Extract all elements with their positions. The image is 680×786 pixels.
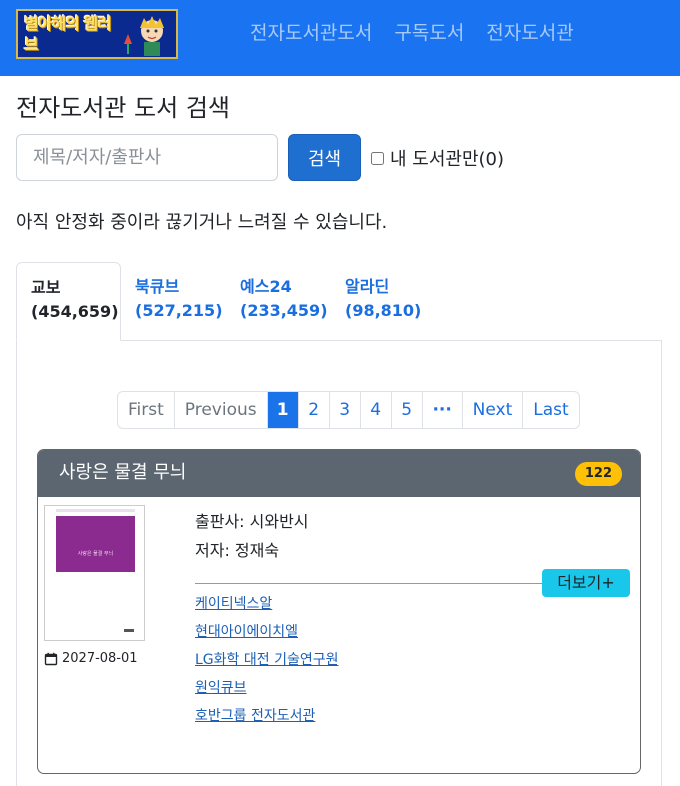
page-ellipsis-button[interactable]: ··· xyxy=(421,392,462,428)
my-library-label: 내 도서관만(0) xyxy=(390,149,505,170)
page-previous-button[interactable]: Previous xyxy=(173,392,267,428)
site-logo[interactable]: 별아해의 웹러브 xyxy=(16,9,178,59)
tab-aladin[interactable]: 알라딘 (98,810) xyxy=(331,262,426,341)
library-link[interactable]: 호반그룹 전자도서관 xyxy=(195,702,338,730)
stability-notice: 아직 안정화 중이라 끊기거나 느려질 수 있습니다. xyxy=(16,212,388,233)
page-title: 전자도서관 도서 검색 xyxy=(16,94,230,122)
page-4-button[interactable]: 4 xyxy=(359,392,391,428)
tab-bookcube[interactable]: 북큐브 (527,215) xyxy=(121,262,226,341)
book-card-header: 사랑은 물결 무늬 122 xyxy=(38,450,640,497)
library-list: 케이티넥스알 현대아이에이치엘 LG화학 대전 기술연구원 원익큐브 호반그룹 … xyxy=(195,590,338,730)
page-next-button[interactable]: Next xyxy=(461,392,523,428)
tab-kyobo[interactable]: 교보 (454,659) xyxy=(16,262,121,341)
tab-name: 북큐브 xyxy=(135,277,180,296)
library-link[interactable]: 현대아이에이치엘 xyxy=(195,618,338,646)
publish-date-text: 2027-08-01 xyxy=(62,651,138,666)
tab-count: (233,459) xyxy=(240,301,328,320)
publisher-line: 출판사: 시와반시 xyxy=(195,512,309,531)
library-link[interactable]: LG화학 대전 기술연구원 xyxy=(195,646,338,674)
calendar-icon xyxy=(44,652,58,666)
cover-top-strip xyxy=(56,509,135,512)
tab-yes24[interactable]: 예스24 (233,459) xyxy=(226,262,331,341)
book-cover-image[interactable]: 사랑은 물결 무늬 xyxy=(44,505,145,641)
library-link[interactable]: 원익큐브 xyxy=(195,674,338,702)
nav-links: 전자도서관도서 구독도서 전자도서관 xyxy=(250,20,574,50)
pagination: First Previous 1 2 3 4 5 ··· Next Last xyxy=(117,391,580,429)
my-library-only-toggle[interactable]: 내 도서관만(0) xyxy=(371,144,504,172)
page-3-button[interactable]: 3 xyxy=(328,392,360,428)
tab-name: 교보 xyxy=(31,278,61,297)
book-title[interactable]: 사랑은 물결 무늬 xyxy=(59,460,186,486)
nav-link-subscription-books[interactable]: 구독도서 xyxy=(394,20,464,50)
page-last-button[interactable]: Last xyxy=(522,392,578,428)
page-1-button[interactable]: 1 xyxy=(266,392,298,428)
book-card: 사랑은 물결 무늬 122 사랑은 물결 무늬 2027-08-01 출판사: … xyxy=(37,449,641,774)
search-input[interactable] xyxy=(16,134,278,181)
tab-count: (527,215) xyxy=(135,301,223,320)
author-line: 저자: 정재숙 xyxy=(195,541,280,560)
my-library-checkbox[interactable] xyxy=(371,151,384,165)
search-button[interactable]: 검색 xyxy=(288,134,361,181)
navbar: 별아해의 웹러브 전자도서관도서 구독도서 전자도서관 xyxy=(0,0,680,76)
little-prince-icon xyxy=(124,16,164,56)
library-link[interactable]: 케이티넥스알 xyxy=(195,590,338,618)
cover-art: 사랑은 물결 무늬 xyxy=(56,516,135,572)
tab-name: 알라딘 xyxy=(345,277,390,296)
book-info: 출판사: 시와반시 저자: 정재숙 xyxy=(195,507,309,565)
cover-title-text: 사랑은 물결 무늬 xyxy=(77,551,114,557)
more-button[interactable]: 더보기+ xyxy=(542,569,630,597)
logo-text: 별아해의 웹러브 xyxy=(24,14,112,54)
cover-publisher-logo xyxy=(124,629,134,632)
page-5-button[interactable]: 5 xyxy=(390,392,422,428)
publish-date: 2027-08-01 xyxy=(44,650,138,668)
tab-count: (454,659) xyxy=(31,302,119,321)
page-2-button[interactable]: 2 xyxy=(297,392,329,428)
page-first-button[interactable]: First xyxy=(118,392,174,428)
nav-link-ebook-libraries[interactable]: 전자도서관 xyxy=(486,20,573,50)
tab-count: (98,810) xyxy=(345,301,422,320)
library-count-badge: 122 xyxy=(574,462,622,486)
nav-link-ebook-library-books[interactable]: 전자도서관도서 xyxy=(250,20,372,50)
tab-name: 예스24 xyxy=(240,277,292,296)
